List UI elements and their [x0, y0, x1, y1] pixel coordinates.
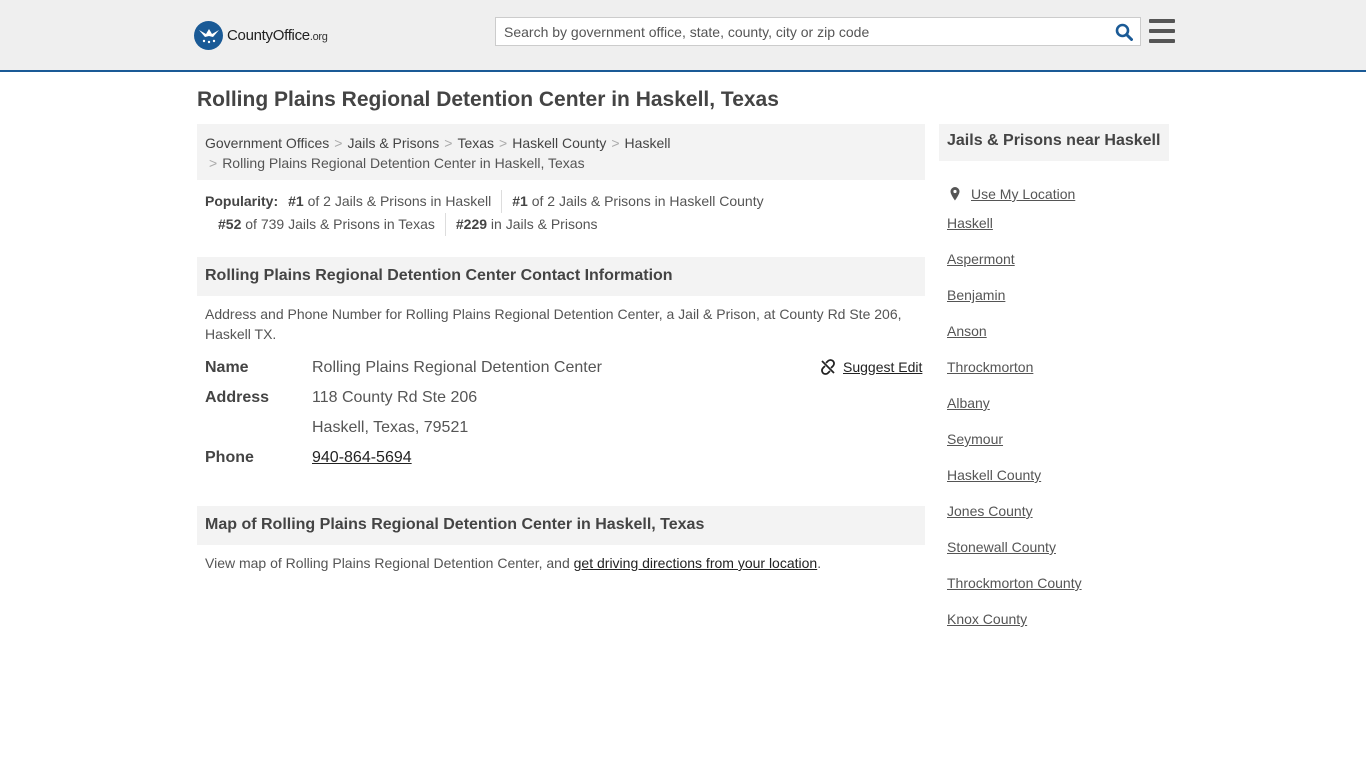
sidebar-heading: Jails & Prisons near Haskell — [939, 124, 1169, 161]
popularity-label: Popularity: — [205, 193, 279, 209]
nearby-link-knox-county[interactable]: Knox County — [947, 611, 1027, 627]
suggest-edit-link[interactable]: Suggest Edit — [820, 359, 922, 375]
name-value: Rolling Plains Regional Detention Center — [312, 359, 602, 376]
nearby-link-anson[interactable]: Anson — [947, 323, 987, 339]
contact-heading: Rolling Plains Regional Detention Center… — [197, 257, 925, 296]
map-heading: Map of Rolling Plains Regional Detention… — [197, 506, 925, 545]
broken-link-icon — [821, 359, 835, 375]
list-item: Knox County — [947, 608, 1082, 644]
popularity-rank: #229 in Jails & Prisons — [444, 213, 608, 236]
suggest-edit-label[interactable]: Suggest Edit — [843, 359, 922, 375]
nearby-link-throckmorton-county[interactable]: Throckmorton County — [947, 575, 1082, 591]
list-item: Throckmorton — [947, 356, 1082, 392]
nearby-list: Use My Location Haskell Aspermont Benjam… — [947, 176, 1082, 644]
search-input[interactable] — [496, 18, 1108, 45]
search-icon — [1115, 23, 1133, 41]
popularity-rank: #1 of 2 Jails & Prisons in Haskell Count… — [501, 190, 773, 213]
list-item: Jones County — [947, 500, 1082, 536]
nearby-link-jones-county[interactable]: Jones County — [947, 503, 1033, 519]
nearby-link-albany[interactable]: Albany — [947, 395, 990, 411]
map-description: View map of Rolling Plains Regional Dete… — [205, 555, 822, 571]
popularity-rank: #52 of 739 Jails & Prisons in Texas — [218, 216, 435, 232]
breadcrumb-current: Rolling Plains Regional Detention Center… — [222, 155, 585, 171]
list-item: Throckmorton County — [947, 572, 1082, 608]
driving-directions-link[interactable]: get driving directions from your locatio… — [574, 555, 818, 571]
list-item: Aspermont — [947, 248, 1082, 284]
address-label: Address — [205, 389, 270, 406]
phone-link[interactable]: 940-864-5694 — [312, 447, 412, 469]
address-line2: Haskell, Texas, 79521 — [312, 419, 469, 436]
nearby-link-benjamin[interactable]: Benjamin — [947, 287, 1005, 303]
nearby-link-throckmorton[interactable]: Throckmorton — [947, 359, 1033, 375]
breadcrumb-government-offices[interactable]: Government Offices — [205, 135, 329, 151]
hamburger-menu-icon[interactable] — [1149, 19, 1175, 43]
contact-description: Address and Phone Number for Rolling Pla… — [205, 306, 902, 342]
nearby-link-stonewall-county[interactable]: Stonewall County — [947, 539, 1056, 555]
logo-suffix: .org — [309, 30, 328, 43]
map-pin-icon — [950, 187, 960, 201]
site-logo[interactable]: CountyOffice.org — [194, 20, 328, 50]
search-bar — [495, 17, 1141, 46]
nearby-link-seymour[interactable]: Seymour — [947, 431, 1003, 447]
list-item: Haskell County — [947, 464, 1082, 500]
search-button[interactable] — [1108, 18, 1140, 45]
popularity: Popularity: #1 of 2 Jails & Prisons in Ha… — [205, 190, 925, 236]
phone-label: Phone — [205, 449, 254, 466]
nearby-link-haskell-county[interactable]: Haskell County — [947, 467, 1041, 483]
breadcrumb-haskell-county[interactable]: Haskell County — [512, 135, 606, 151]
popularity-rank: #1 of 2 Jails & Prisons in Haskell — [288, 193, 492, 209]
name-label: Name — [205, 359, 249, 376]
address-line1: 118 County Rd Ste 206 — [312, 389, 478, 406]
list-item: Albany — [947, 392, 1082, 428]
use-my-location-link[interactable]: Use My Location — [971, 183, 1075, 205]
list-item: Seymour — [947, 428, 1082, 464]
breadcrumb-jails-prisons[interactable]: Jails & Prisons — [347, 135, 439, 151]
nearby-link-haskell[interactable]: Haskell — [947, 215, 993, 231]
eagle-logo-icon — [194, 20, 223, 50]
list-item: Stonewall County — [947, 536, 1082, 572]
breadcrumb: Government Offices > Jails & Prisons > Texas… — [197, 124, 925, 180]
list-item: Haskell — [947, 212, 1082, 248]
page-title: Rolling Plains Regional Detention Center… — [197, 88, 779, 111]
use-location-item: Use My Location — [947, 176, 1082, 212]
site-header: CountyOffice.org — [0, 0, 1366, 72]
breadcrumb-texas[interactable]: Texas — [457, 135, 494, 151]
list-item: Benjamin — [947, 284, 1082, 320]
breadcrumb-haskell[interactable]: Haskell — [625, 135, 671, 151]
nearby-link-aspermont[interactable]: Aspermont — [947, 251, 1015, 267]
list-item: Anson — [947, 320, 1082, 356]
logo-text: CountyOffice — [227, 26, 310, 44]
